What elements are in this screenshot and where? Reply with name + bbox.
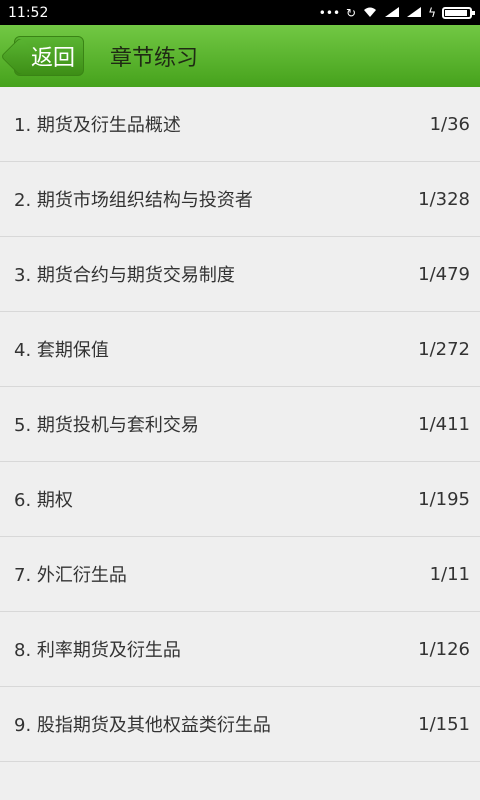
- signal-icon: [384, 6, 400, 20]
- title-bar: 返回 章节练习: [0, 25, 480, 87]
- chapter-progress: 1/328: [418, 188, 470, 210]
- chapter-title: 5. 期货投机与套利交易: [14, 415, 199, 436]
- battery-fill: [445, 9, 467, 16]
- charging-icon: ϟ: [428, 5, 436, 20]
- chapter-title: 7. 外汇衍生品: [14, 565, 127, 586]
- chapter-item[interactable]: 5. 期货投机与套利交易 1/411: [0, 387, 480, 462]
- status-icons: ••• ↻ ϟ: [318, 5, 475, 20]
- chapter-title: 3. 期货合约与期货交易制度: [14, 265, 235, 286]
- page-title: 章节练习: [110, 46, 199, 71]
- chapter-item[interactable]: 4. 套期保值 1/272: [0, 312, 480, 387]
- sync-icon: ↻: [346, 5, 357, 20]
- more-dots-icon: •••: [318, 5, 341, 20]
- signal-icon: [406, 6, 422, 20]
- status-time: 11:52: [8, 4, 49, 21]
- chapter-title: 9. 股指期货及其他权益类衍生品: [14, 715, 271, 736]
- chapter-item[interactable]: 3. 期货合约与期货交易制度 1/479: [0, 237, 480, 312]
- chapter-list: 1. 期货及衍生品概述 1/36 2. 期货市场组织结构与投资者 1/328 3. 期货…: [0, 87, 480, 762]
- chapter-item[interactable]: 2. 期货市场组织结构与投资者 1/328: [0, 162, 480, 237]
- chapter-progress: 1/36: [429, 113, 470, 135]
- wifi-icon: [362, 6, 378, 20]
- chapter-title: 8. 利率期货及衍生品: [14, 640, 181, 661]
- chapter-progress: 1/411: [418, 413, 470, 435]
- chapter-title: 4. 套期保值: [14, 340, 109, 361]
- battery-icon: [442, 6, 475, 19]
- chapter-item[interactable]: 8. 利率期货及衍生品 1/126: [0, 612, 480, 687]
- chapter-title: 1. 期货及衍生品概述: [14, 115, 181, 136]
- chapter-item[interactable]: 7. 外汇衍生品 1/11: [0, 537, 480, 612]
- chapter-progress: 1/126: [418, 638, 470, 660]
- status-bar: 11:52 ••• ↻ ϟ: [0, 0, 480, 25]
- back-button[interactable]: 返回: [0, 36, 85, 76]
- chapter-progress: 1/479: [418, 263, 470, 285]
- chapter-item[interactable]: 6. 期权 1/195: [0, 462, 480, 537]
- chapter-title: 6. 期权: [14, 490, 73, 511]
- chapter-item[interactable]: 1. 期货及衍生品概述 1/36: [0, 87, 480, 162]
- chapter-progress: 1/151: [418, 713, 470, 735]
- chapter-title: 2. 期货市场组织结构与投资者: [14, 190, 253, 211]
- back-button-label: 返回: [31, 46, 76, 71]
- chapter-progress: 1/272: [418, 338, 470, 360]
- chapter-progress: 1/11: [429, 563, 470, 585]
- chapter-item[interactable]: 9. 股指期货及其他权益类衍生品 1/151: [0, 687, 480, 762]
- chapter-progress: 1/195: [418, 488, 470, 510]
